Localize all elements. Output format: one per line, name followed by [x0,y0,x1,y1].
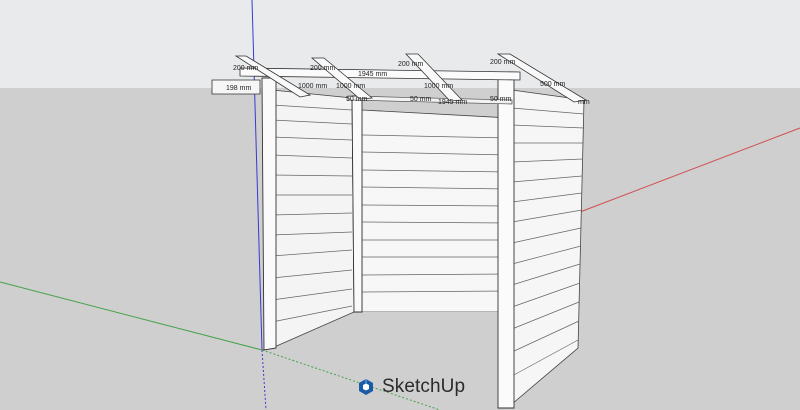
dim-label-13: 50 mm [410,96,432,103]
dim-label-7: 1000 mm [298,83,327,90]
back-wall [361,109,511,313]
dim-label-1: 200 mm [233,65,258,72]
dim-label-15: mm [578,99,590,106]
front-right-post [497,75,515,409]
dim-label-6: 1945 mm [358,71,387,78]
left-side-wall [271,89,355,349]
sketchup-viewport[interactable]: 200 mm 200 mm 200 mm 200 mm 198 mm 1945 … [0,0,800,410]
back-left-post [351,95,363,313]
dim-label-3: 200 mm [398,61,423,68]
dim-label-12: 50 mm [346,96,368,103]
brand-name: SketchUp [382,376,466,397]
dim-label-9: 1000 mm [424,83,453,90]
dim-label-5: 198 mm [226,85,251,92]
dim-label-2: 200 mm [310,65,335,72]
sketchup-branding: SketchUp [355,374,465,400]
dim-label-10: 500 mm [540,81,565,88]
dim-label-11: 1945 mm [438,99,467,106]
dim-label-4: 200 mm [490,59,515,66]
sketchup-logo-icon [359,379,373,395]
3d-model-canvas[interactable]: 200 mm 200 mm 200 mm 200 mm 198 mm 1945 … [0,0,800,410]
front-left-post [261,77,277,351]
dim-label-8: 1000 mm [336,83,365,90]
dim-label-14: 50 mm [490,96,512,103]
